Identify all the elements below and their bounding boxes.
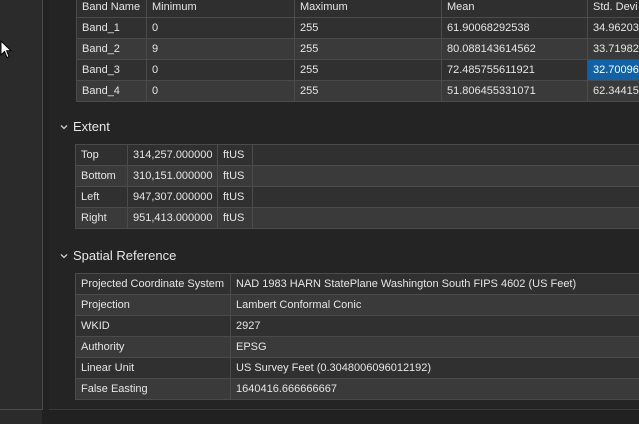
spatial-reference-label: Projection bbox=[75, 294, 231, 316]
table-row: Linear Unit US Survey Feet (0.3048006096… bbox=[75, 357, 639, 379]
extent-value[interactable]: 314,257.000000 bbox=[127, 144, 218, 166]
table-row: WKID 2927 bbox=[75, 315, 639, 337]
table-cell-empty bbox=[252, 165, 639, 187]
table-cell[interactable]: Band_4 bbox=[76, 80, 147, 102]
panel-border bbox=[49, 409, 639, 410]
spatial-reference-label: Projected Coordinate System bbox=[75, 273, 231, 295]
table-row: Right 951,413.000000 ftUS bbox=[75, 207, 639, 229]
table-row: Authority EPSG bbox=[75, 336, 639, 358]
spatial-reference-value[interactable]: NAD 1983 HARN StatePlane Washington Sout… bbox=[230, 273, 639, 295]
pane-divider[interactable] bbox=[42, 0, 43, 410]
extent-unit: ftUS bbox=[217, 144, 253, 166]
table-cell[interactable]: Band_2 bbox=[76, 38, 147, 60]
spatial-reference-value[interactable]: Lambert Conformal Conic bbox=[230, 294, 639, 316]
table-cell[interactable]: 34.96203 bbox=[587, 17, 639, 39]
extent-value[interactable]: 951,413.000000 bbox=[127, 207, 218, 229]
spatial-reference-label: Linear Unit bbox=[75, 357, 231, 379]
table-cell[interactable]: 51.806455331071 bbox=[441, 80, 588, 102]
extent-section-header[interactable]: Extent bbox=[60, 119, 110, 134]
table-row: Bottom 310,151.000000 ftUS bbox=[75, 165, 639, 187]
extent-table: Top 314,257.000000 ftUS Bottom 310,151.0… bbox=[75, 144, 639, 229]
extent-label: Bottom bbox=[75, 165, 128, 187]
table-row: Left 947,307.000000 ftUS bbox=[75, 186, 639, 208]
table-cell[interactable]: 255 bbox=[294, 59, 442, 81]
extent-label: Right bbox=[75, 207, 128, 229]
band-statistics-header-row: Band Name Minimum Maximum Mean Std. Devi bbox=[76, 0, 639, 18]
table-cell[interactable]: 62.34415 bbox=[587, 80, 639, 102]
spatial-reference-section-header[interactable]: Spatial Reference bbox=[60, 248, 176, 263]
chevron-down-icon bbox=[60, 253, 68, 258]
table-cell[interactable]: 255 bbox=[294, 80, 442, 102]
table-row: Band_3 0 255 72.485755611921 32.70096 bbox=[76, 59, 639, 81]
spatial-reference-section-title: Spatial Reference bbox=[73, 248, 177, 263]
spatial-reference-value[interactable]: US Survey Feet (0.3048006096012192) bbox=[230, 357, 639, 379]
table-cell[interactable]: 0 bbox=[146, 59, 295, 81]
extent-value[interactable]: 310,151.000000 bbox=[127, 165, 218, 187]
left-pane bbox=[0, 0, 42, 424]
table-cell-empty bbox=[252, 207, 639, 229]
table-cell[interactable]: Band_1 bbox=[76, 17, 147, 39]
spatial-reference-label: Authority bbox=[75, 336, 231, 358]
table-cell[interactable]: 72.485755611921 bbox=[441, 59, 588, 81]
band-statistics-table: Band Name Minimum Maximum Mean Std. Devi… bbox=[76, 0, 639, 102]
table-cell[interactable]: 0 bbox=[146, 17, 295, 39]
table-cell[interactable]: 80.088143614562 bbox=[441, 38, 588, 60]
table-row: Band_1 0 255 61.90068292538 34.96203 bbox=[76, 17, 639, 39]
table-row: Band_4 0 255 51.806455331071 62.34415 bbox=[76, 80, 639, 102]
left-pane-border bbox=[0, 409, 42, 410]
table-cell[interactable]: 255 bbox=[294, 17, 442, 39]
extent-label: Top bbox=[75, 144, 128, 166]
table-cell[interactable]: 255 bbox=[294, 38, 442, 60]
table-cell[interactable]: 33.71982 bbox=[587, 38, 639, 60]
chevron-down-icon bbox=[60, 124, 68, 129]
spatial-reference-table: Projected Coordinate System NAD 1983 HAR… bbox=[75, 273, 639, 400]
extent-section-title: Extent bbox=[73, 119, 110, 134]
spatial-reference-label: False Easting bbox=[75, 378, 231, 400]
spatial-reference-value[interactable]: EPSG bbox=[230, 336, 639, 358]
properties-window: Band Name Minimum Maximum Mean Std. Devi… bbox=[0, 0, 639, 424]
extent-label: Left bbox=[75, 186, 128, 208]
table-cell[interactable]: 61.90068292538 bbox=[441, 17, 588, 39]
table-cell[interactable]: 9 bbox=[146, 38, 295, 60]
table-row: False Easting 1640416.666666667 bbox=[75, 378, 639, 400]
table-row: Projection Lambert Conformal Conic bbox=[75, 294, 639, 316]
spatial-reference-value[interactable]: 1640416.666666667 bbox=[230, 378, 639, 400]
extent-unit: ftUS bbox=[217, 186, 253, 208]
spatial-reference-label: WKID bbox=[75, 315, 231, 337]
table-cell[interactable]: Band_3 bbox=[76, 59, 147, 81]
extent-unit: ftUS bbox=[217, 165, 253, 187]
table-row: Top 314,257.000000 ftUS bbox=[75, 144, 639, 166]
column-header-band-name[interactable]: Band Name bbox=[76, 0, 147, 18]
extent-value[interactable]: 947,307.000000 bbox=[127, 186, 218, 208]
selected-table-cell[interactable]: 32.70096 bbox=[587, 59, 639, 81]
table-cell[interactable]: 0 bbox=[146, 80, 295, 102]
column-header-maximum[interactable]: Maximum bbox=[294, 0, 442, 18]
table-row: Projected Coordinate System NAD 1983 HAR… bbox=[75, 273, 639, 295]
column-header-std-deviation[interactable]: Std. Devi bbox=[587, 0, 639, 18]
extent-unit: ftUS bbox=[217, 207, 253, 229]
mouse-pointer-icon bbox=[0, 40, 12, 59]
spatial-reference-value[interactable]: 2927 bbox=[230, 315, 639, 337]
table-row: Band_2 9 255 80.088143614562 33.71982 bbox=[76, 38, 639, 60]
table-cell-empty bbox=[252, 186, 639, 208]
table-cell-empty bbox=[252, 144, 639, 166]
column-header-minimum[interactable]: Minimum bbox=[146, 0, 295, 18]
column-header-mean[interactable]: Mean bbox=[441, 0, 588, 18]
